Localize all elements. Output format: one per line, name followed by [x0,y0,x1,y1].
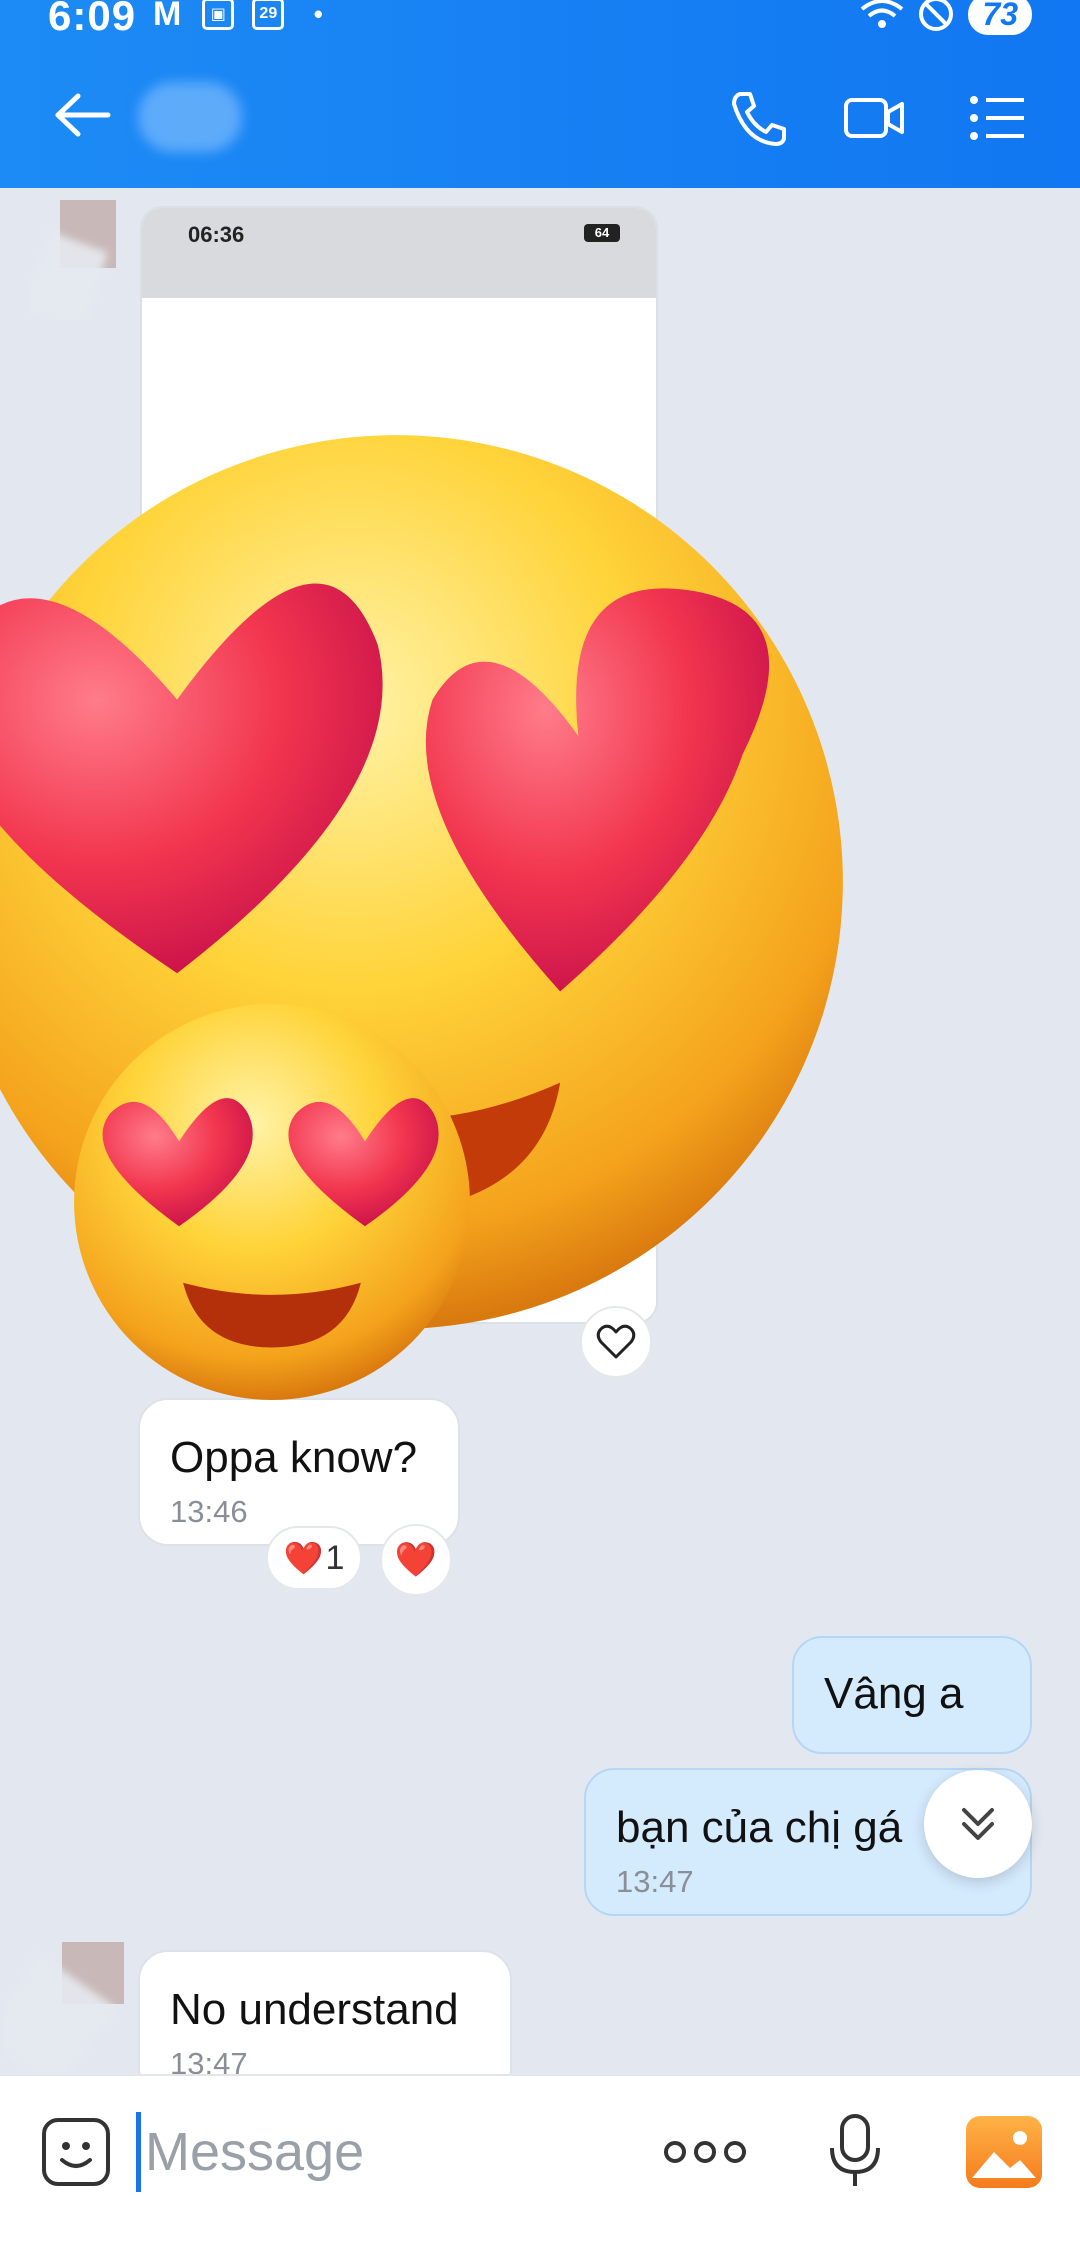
screenshot-friends-text: 5 bạn [183,1203,224,1220]
heart-reaction-emoji: ❤️ [394,1541,438,1579]
gallery-icon: ▣ [202,0,235,30]
contact-name-blurred[interactable] [138,82,242,152]
image-react-heart-button[interactable] [580,1306,652,1378]
screenshot-friends-row: ♥ 5 bạn [170,1203,224,1221]
message-text: Oppa know? [170,1433,418,1482]
video-call-icon[interactable] [842,88,906,148]
heart-reaction-emoji: ❤️ [283,1540,324,1576]
message-composer [0,2074,1080,2262]
dot-icon [724,2141,746,2163]
dot-icon [664,2141,686,2163]
message-bubble-incoming[interactable]: No understand 13:47 [138,1950,512,2074]
heart-outline-icon [596,1324,636,1359]
sticker-icon[interactable] [40,2116,112,2188]
screenshot-like-label: Thích [228,1247,269,1264]
dot-icon: • [313,0,323,29]
message-text: Vâng a [824,1669,964,1718]
screenshot-like-button: ♡ Thích [192,1242,283,1270]
screenshot-home-bar [310,1300,492,1306]
message-input[interactable] [136,2112,636,2192]
chat-messages[interactable]: 06:36 64 ♥ 5 bạn ♡ Thích ▭ ··· Oppa know… [0,188,1080,2074]
screenshot-time: 06:36 [188,222,245,247]
calendar-icon: 29 [252,0,285,30]
screenshot-battery: 64 [584,224,620,242]
status-icons: M ▣ 29 • [150,0,334,34]
phone-icon[interactable] [726,88,790,148]
do-not-disturb-icon [919,0,954,31]
peer-avatar[interactable] [30,200,134,320]
more-dots-icon: ··· [603,1244,626,1266]
more-options-button[interactable] [664,2130,746,2174]
status-bar: 6:09 M ▣ 29 • 73 [0,0,1080,40]
scroll-to-bottom-button[interactable] [924,1770,1032,1878]
heart-icon: ♥ [170,1203,180,1220]
message-time: 13:47 [170,2046,248,2074]
top-app-bar: 6:09 M ▣ 29 • 73 [0,0,1080,188]
chat-header [0,60,1080,170]
reaction-count-pill[interactable]: ❤️ 1 [266,1526,362,1590]
shared-screenshot-image[interactable]: 06:36 64 ♥ 5 bạn ♡ Thích ▭ ··· [140,206,658,1324]
status-right: 73 [860,0,1032,36]
microphone-icon[interactable] [824,2112,886,2192]
add-heart-reaction-button[interactable]: ❤️ [380,1524,452,1596]
image-icon [972,2131,1036,2178]
heart-outline-icon: ♡ [206,1248,221,1265]
message-bubble-outgoing[interactable]: Vâng a [792,1636,1032,1754]
wifi-icon [861,0,904,28]
reaction-count: 1 [325,1538,345,1577]
double-chevron-down-icon [962,1808,994,1840]
peer-avatar[interactable] [4,1942,144,2072]
dot-icon [694,2141,716,2163]
message-text: No understand [170,1985,459,2034]
screenshot-blurred-pill [498,1172,636,1212]
photo-gallery-button[interactable] [966,2116,1042,2188]
back-arrow-icon[interactable] [52,90,112,140]
message-time: 13:47 [616,1864,694,1899]
status-time: 6:09 [48,0,137,39]
menu-list-icon[interactable] [966,88,1030,148]
battery-indicator: 73 [968,0,1032,35]
comment-icon: ▭ [324,1244,358,1272]
gmail-icon: M [153,0,182,33]
message-time: 13:46 [170,1494,248,1529]
